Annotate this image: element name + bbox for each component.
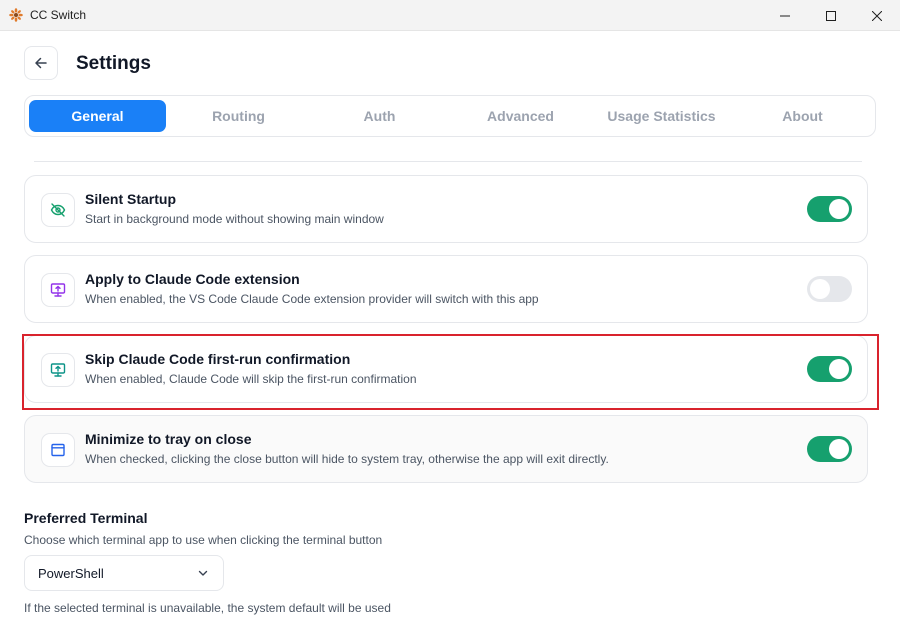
maximize-button[interactable]: [808, 0, 854, 31]
setting-icon-container: [41, 273, 75, 307]
setting-description: Start in background mode without showing…: [85, 212, 384, 226]
minimize-icon: [780, 15, 790, 16]
terminal-fallback-note: If the selected terminal is unavailable,…: [24, 601, 391, 615]
setting-icon-container: [41, 433, 75, 467]
page-title: Settings: [76, 53, 151, 74]
window-icon: [51, 443, 65, 457]
setting-minimize-to-tray: Minimize to tray on close When checked, …: [24, 415, 868, 483]
tab-auth[interactable]: Auth: [311, 100, 448, 132]
close-icon: [872, 10, 882, 21]
preferred-terminal-heading: Preferred Terminal: [24, 510, 148, 526]
title-bar: CC Switch: [0, 0, 900, 31]
terminal-select[interactable]: PowerShell: [24, 555, 224, 591]
divider: [34, 161, 862, 162]
toggle-knob: [810, 279, 830, 299]
maximize-icon: [826, 10, 836, 21]
close-button[interactable]: [854, 0, 900, 31]
back-button[interactable]: [24, 46, 58, 80]
sunflower-icon: [9, 8, 23, 22]
setting-title: Apply to Claude Code extension: [85, 271, 300, 287]
setting-description: When checked, clicking the close button …: [85, 452, 609, 466]
minimize-to-tray-toggle[interactable]: [807, 436, 852, 462]
preferred-terminal-description: Choose which terminal app to use when cl…: [24, 533, 383, 547]
chevron-down-icon: [198, 570, 208, 576]
arrow-left-icon: [35, 57, 47, 69]
setting-title: Silent Startup: [85, 191, 177, 207]
setting-apply-claude-extension: Apply to Claude Code extension When enab…: [24, 255, 868, 323]
tab-advanced[interactable]: Advanced: [452, 100, 589, 132]
setting-title: Minimize to tray on close: [85, 431, 252, 447]
settings-tabs: General Routing Auth Advanced Usage Stat…: [24, 95, 876, 137]
tab-general[interactable]: General: [29, 100, 166, 132]
window-title: CC Switch: [30, 8, 87, 22]
apply-claude-extension-toggle[interactable]: [807, 276, 852, 302]
silent-startup-toggle[interactable]: [807, 196, 852, 222]
tab-routing[interactable]: Routing: [170, 100, 307, 132]
setting-icon-container: [41, 193, 75, 227]
monitor-upload-icon: [50, 283, 66, 297]
eye-off-icon: [50, 203, 66, 217]
toggle-knob: [829, 439, 849, 459]
tab-usage-statistics[interactable]: Usage Statistics: [593, 100, 730, 132]
terminal-select-value: PowerShell: [38, 566, 104, 581]
toggle-knob: [829, 199, 849, 219]
setting-silent-startup: Silent Startup Start in background mode …: [24, 175, 868, 243]
setting-description: When enabled, the VS Code Claude Code ex…: [85, 292, 539, 306]
tab-about[interactable]: About: [734, 100, 871, 132]
highlight-box: [22, 334, 879, 410]
minimize-button[interactable]: [762, 0, 808, 31]
